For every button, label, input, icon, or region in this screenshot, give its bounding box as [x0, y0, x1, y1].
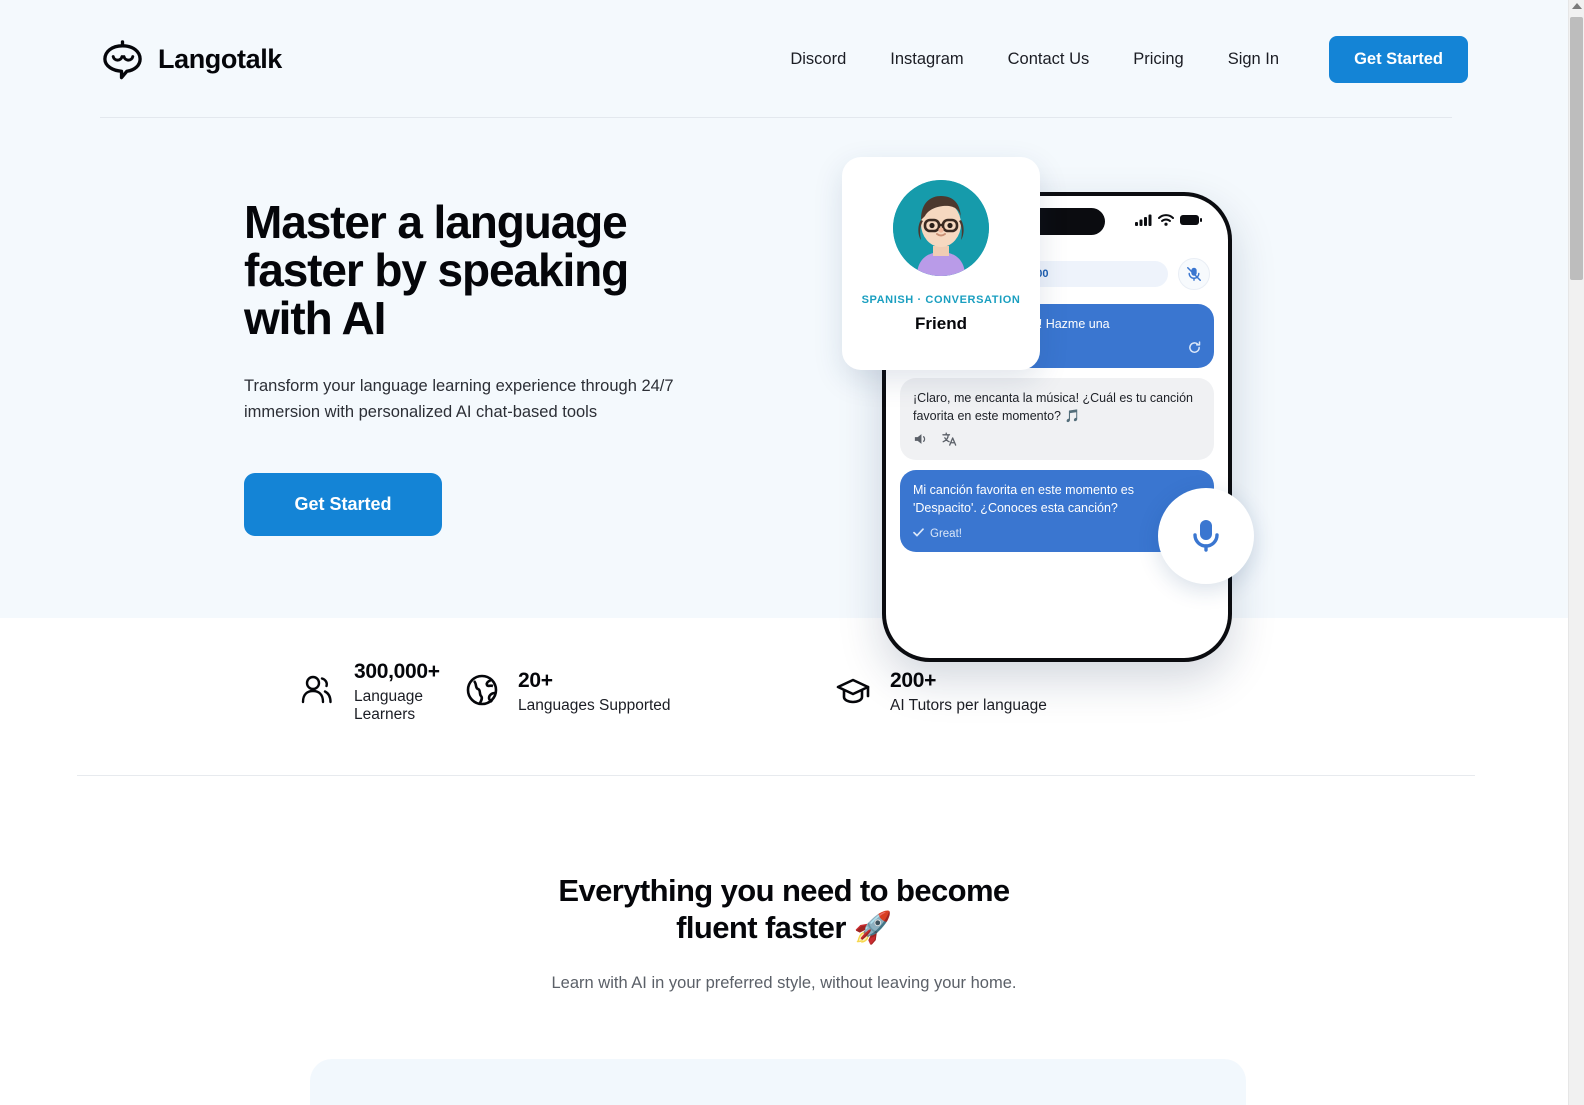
wifi-icon: [1158, 213, 1174, 231]
tutor-name: Friend: [915, 314, 967, 333]
check-icon: [913, 525, 924, 543]
tutor-tags: SPANISH · CONVERSATION: [861, 294, 1021, 306]
users-icon: [299, 672, 335, 713]
stat-label: AI Tutors per language: [890, 697, 1047, 714]
avatar: [893, 180, 989, 276]
stats-divider: [77, 775, 1475, 776]
refresh-icon[interactable]: [1188, 341, 1201, 359]
stat-value: 200+: [890, 669, 937, 692]
graduation-cap-icon: [835, 675, 871, 710]
page-title: Master a language faster by speaking wit…: [244, 196, 629, 344]
stat-value: 20+: [518, 669, 553, 692]
landing-page: Langotalk Discord Instagram Contact Us P…: [0, 0, 1584, 1105]
logo[interactable]: Langotalk: [100, 37, 282, 82]
chat-message-incoming: ¡Claro, me encanta la música! ¿Cuál es t…: [900, 378, 1214, 460]
message-status-label: Great!: [930, 528, 962, 540]
status-bar-icons: [1135, 213, 1202, 231]
message-text: ¡Claro, me encanta la música! ¿Cuál es t…: [913, 391, 1193, 423]
features-title: Everything you need to become fluent fas…: [0, 872, 1568, 946]
translate-icon[interactable]: [942, 432, 957, 451]
stat-value: 300,000+: [354, 660, 440, 683]
stat-languages-supported: 20+ Languages Supported: [465, 669, 835, 715]
logo-text: Langotalk: [158, 43, 282, 74]
hero-subtitle: Transform your language learning experie…: [244, 377, 674, 421]
microphone-icon: [1184, 512, 1228, 561]
mic-muted-icon[interactable]: [1178, 258, 1210, 290]
scrollbar-thumb[interactable]: [1570, 17, 1583, 280]
cellular-signal-icon: [1135, 213, 1152, 231]
hero-get-started-button[interactable]: Get Started: [244, 473, 442, 536]
nav-link-sign-in[interactable]: Sign In: [1206, 50, 1301, 69]
nav-link-instagram[interactable]: Instagram: [868, 50, 985, 69]
features-title-line-2: fluent faster 🚀: [0, 909, 1568, 946]
stat-label: Language Learners: [354, 688, 423, 723]
features-title-line-1: Everything you need to become: [558, 873, 1010, 908]
scroll-up-arrow-icon[interactable]: [1571, 3, 1582, 9]
header-divider: [100, 117, 1452, 118]
nav-link-discord[interactable]: Discord: [768, 50, 868, 69]
hero-content: Master a language faster by speaking wit…: [244, 198, 714, 536]
main-nav: Discord Instagram Contact Us Pricing Sig…: [768, 35, 1468, 83]
features-subtitle: Learn with AI in your preferred style, w…: [551, 974, 1017, 992]
features-header: Everything you need to become fluent fas…: [0, 872, 1568, 993]
nav-link-contact-us[interactable]: Contact Us: [986, 50, 1112, 69]
stat-ai-tutors: 200+ AI Tutors per language: [835, 669, 1135, 715]
site-header: Langotalk Discord Instagram Contact Us P…: [0, 0, 1568, 118]
stat-label: Languages Supported: [518, 697, 671, 714]
message-text: Mi canción favorita en este momento es '…: [913, 483, 1134, 515]
nav-link-pricing[interactable]: Pricing: [1111, 50, 1205, 69]
microphone-record-button[interactable]: [1158, 488, 1254, 584]
rocket-icon: 🚀: [853, 910, 893, 945]
speaker-icon[interactable]: [913, 432, 928, 451]
globe-icon: [465, 673, 499, 712]
tutor-card[interactable]: SPANISH · CONVERSATION Friend: [842, 157, 1040, 370]
battery-icon: [1180, 213, 1202, 231]
stats-row: 300,000+ Language Learners 20+ Languages…: [77, 660, 1475, 724]
stat-language-learners: 300,000+ Language Learners: [77, 660, 465, 724]
chat-robot-logo-icon: [100, 37, 145, 82]
message-status: Great!: [913, 525, 962, 543]
message-actions: [913, 432, 1201, 451]
header-get-started-button[interactable]: Get Started: [1329, 35, 1468, 83]
page-scrollbar[interactable]: [1568, 0, 1584, 1105]
feature-card[interactable]: [310, 1059, 1246, 1105]
features-title-text: fluent faster: [676, 910, 846, 945]
